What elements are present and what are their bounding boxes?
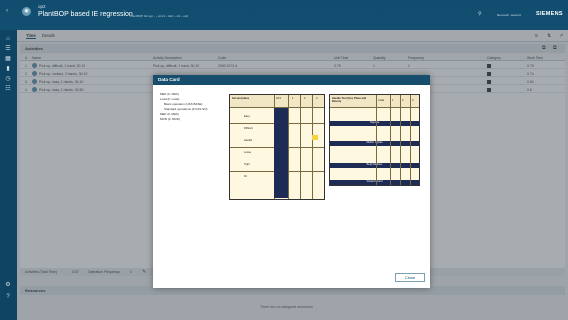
sidebar: ⌂ ☰ ▦ ▮ ◷ ☷ ⚙ ? [0, 30, 17, 320]
left-header-col2: 2 [304, 97, 306, 100]
left-cell-difficult: Difficult [244, 127, 253, 130]
right-header-col3: 3 [412, 99, 414, 102]
operation-tree: MEK (F. MEK) Load (F. Load) Basic operat… [160, 92, 225, 132]
grid-line [390, 95, 391, 185]
tree-item[interactable]: Standard operations (F.UAS SO) [164, 107, 208, 111]
code-column [274, 108, 288, 198]
grid-line [376, 95, 377, 185]
tree-item[interactable]: MEK (F. MEK) [160, 112, 179, 116]
left-header-code: GF1 [276, 97, 282, 100]
left-header-col1: 1 [292, 97, 294, 100]
chart-icon[interactable]: ▮ [4, 66, 12, 72]
left-cell-loose: Loose [244, 151, 252, 154]
grid-icon[interactable]: ▦ [4, 56, 12, 62]
data-card-right-table: Handle Tool (Get, Place and Return) Code… [329, 94, 420, 186]
close-button[interactable]: Close [395, 273, 425, 282]
tree-item-selected[interactable]: Basic operation (UAS BASE) [164, 102, 203, 106]
left-cell-easy: Easy [244, 115, 250, 118]
tree-item[interactable]: MEK (F. MEK) [160, 92, 179, 96]
left-cell-tight: Tight [244, 163, 250, 166]
left-header-label: Get and place [232, 97, 250, 100]
search-icon[interactable]: ⚲ [478, 11, 482, 17]
breadcrumb-item[interactable]: proc1 [158, 14, 166, 18]
tree-icon[interactable]: ☷ [4, 86, 12, 92]
breadcrumb-item[interactable]: st1 [177, 14, 181, 18]
grid-line [410, 95, 411, 185]
settings-icon[interactable]: ⚙ [4, 282, 12, 288]
tree-item[interactable]: MOD (F. MOD) [160, 117, 180, 121]
top-bar: ‹ ◉ op2 PlantBOP based IE regression Pla… [0, 0, 568, 30]
breadcrumb: PlantBOP IE regr... › proc1 › leb1 › st1… [130, 14, 189, 18]
left-cell-fit: Fit [244, 175, 247, 178]
data-card-left-table: Get and place GF1 1 2 3 Easy Difficult H… [229, 94, 325, 200]
highlight-cell [312, 135, 318, 140]
breadcrumb-item[interactable]: op2 [183, 14, 188, 18]
list-icon[interactable]: ☰ [4, 46, 12, 52]
back-icon[interactable]: ‹ [6, 8, 8, 14]
right-header-col2: 2 [402, 99, 404, 102]
left-cell-handle: Handle [244, 139, 253, 142]
section-body-motions: Body Motions [330, 163, 419, 168]
help-icon[interactable]: ? [4, 294, 12, 300]
page-title: PlantBOP based IE regression [38, 11, 133, 18]
app-short-name: op2 [38, 4, 46, 9]
tree-item[interactable]: Load (F. Load) [160, 97, 179, 101]
siemens-logo: SIEMENS [536, 11, 563, 17]
breadcrumb-item[interactable]: leb1 [168, 14, 174, 18]
right-header-col1: 1 [392, 99, 394, 102]
clock-icon[interactable]: ◷ [4, 76, 12, 82]
left-header-col3: 3 [316, 97, 318, 100]
section-operate: Operate [330, 121, 419, 126]
right-header-label: Handle Tool (Get, Place and Return) [332, 97, 367, 103]
home-icon[interactable]: ⌂ [4, 36, 12, 42]
section-motion-cycles: Motion Cycles [330, 141, 419, 146]
section-visual-control: Visual Control [330, 180, 419, 185]
right-header-code: Code [378, 99, 385, 102]
avatar-icon: ◉ [22, 7, 31, 16]
grid-line [400, 95, 401, 185]
breadcrumb-item[interactable]: PlantBOP IE regr... [130, 14, 155, 18]
grid-line [330, 107, 419, 108]
account-name[interactable]: Neo-tech, second [497, 13, 521, 17]
dialog-title: Data Card [153, 75, 430, 85]
